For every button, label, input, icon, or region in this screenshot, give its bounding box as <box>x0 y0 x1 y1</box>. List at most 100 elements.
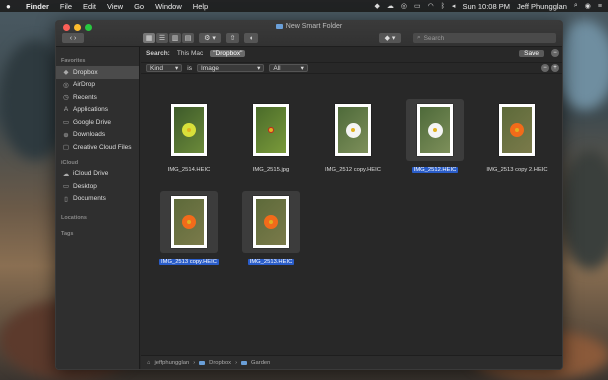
title-bar[interactable]: New Smart Folder ‹ › ▦ ☰ ▥ ▤ ⚙ ▾ ⇧ ◖ ◆ ▾… <box>56 21 562 47</box>
folder-icon <box>241 360 248 365</box>
menubar-clock[interactable]: Sun 10:08 PM <box>462 2 510 11</box>
sidebar-item-google-drive[interactable]: ▭ Google Drive <box>56 116 139 129</box>
file-item[interactable]: IMG_2512 copy.HEIC <box>317 99 389 181</box>
save-button[interactable]: Save <box>519 49 544 57</box>
creative-cloud-icon: ▢ <box>62 144 70 152</box>
column-view-button[interactable]: ▥ <box>169 33 181 43</box>
menu-help[interactable]: Help <box>193 2 208 11</box>
criteria-qualifier-select[interactable]: All ▾ <box>269 64 308 72</box>
file-item[interactable]: IMG_2513 copy.HEIC <box>153 191 225 273</box>
file-item[interactable]: IMG_2513 copy 2.HEIC <box>481 99 553 181</box>
notification-center-icon[interactable]: ≡ <box>598 3 602 10</box>
back-forward-button[interactable]: ‹ › <box>62 33 84 43</box>
dropbox-toolbar-button[interactable]: ◆ ▾ <box>379 33 401 43</box>
sidebar-item-applications[interactable]: A Applications <box>56 104 139 117</box>
icon-view-button[interactable]: ▦ <box>143 33 155 43</box>
add-criteria-button[interactable]: + <box>551 64 559 72</box>
siri-icon[interactable]: ◉ <box>585 2 591 10</box>
sidebar-item-documents[interactable]: ▯ Documents <box>56 193 139 206</box>
apple-menu-icon[interactable]: ● <box>6 2 15 11</box>
path-item-dropbox[interactable]: Dropbox <box>209 360 231 366</box>
menu-view[interactable]: View <box>107 2 123 11</box>
criteria-attribute-select[interactable]: Kind ▾ <box>146 64 183 72</box>
sidebar-item-icloud-drive[interactable]: ☁ iCloud Drive <box>56 168 139 181</box>
file-name[interactable]: IMG_2515.jpg <box>251 167 291 173</box>
criteria-operator-label: is <box>187 64 192 72</box>
sidebar: Favorites ◆ Dropbox ◎ AirDrop ◷ Recents A Ap… <box>56 47 140 369</box>
thumbnail-frame[interactable] <box>160 191 218 253</box>
search-placeholder: Search <box>423 34 445 42</box>
menu-edit[interactable]: Edit <box>83 2 96 11</box>
scope-dropbox[interactable]: "Dropbox" <box>210 49 246 57</box>
sidebar-item-creative-cloud[interactable]: ▢ Creative Cloud Files <box>56 141 139 154</box>
list-view-button[interactable]: ☰ <box>156 33 168 43</box>
cloud-status-icon[interactable]: ☁ <box>387 2 394 10</box>
applications-icon: A <box>63 106 69 114</box>
search-icon: ⌕ <box>417 34 421 41</box>
file-item[interactable]: IMG_2515.jpg <box>235 99 307 181</box>
file-name[interactable]: IMG_2513 copy 2.HEIC <box>484 167 549 173</box>
search-field[interactable]: ⌕ Search <box>413 33 556 43</box>
file-item[interactable]: IMG_2513.HEIC <box>235 191 307 273</box>
airplay-icon[interactable]: ▭ <box>414 2 421 10</box>
document-icon: ▯ <box>64 195 68 203</box>
thumbnail-frame[interactable] <box>167 99 211 161</box>
thumbnail-frame[interactable] <box>242 191 300 253</box>
tags-header[interactable]: Tags <box>56 229 139 239</box>
search-criteria-row: Kind ▾ is Image ▾ All ▾ − + <box>141 62 562 74</box>
sidebar-item-downloads[interactable]: ⊕ Downloads <box>56 129 139 142</box>
file-item[interactable]: IMG_2514.HEIC <box>153 99 225 181</box>
chevron-down-icon: ▾ <box>257 65 261 72</box>
menu-app-name[interactable]: Finder <box>26 2 49 11</box>
action-gear-button[interactable]: ⚙ ▾ <box>199 33 221 43</box>
locations-header[interactable]: Locations <box>56 213 139 223</box>
file-name[interactable]: IMG_2513 copy.HEIC <box>159 259 219 265</box>
image-thumbnail <box>171 104 207 156</box>
file-name[interactable]: IMG_2514.HEIC <box>166 167 213 173</box>
gallery-view-button[interactable]: ▤ <box>182 33 194 43</box>
sidebar-item-dropbox[interactable]: ◆ Dropbox <box>56 66 139 79</box>
menubar-user[interactable]: Jeff Phungglan <box>517 2 567 11</box>
image-thumbnail <box>499 104 535 156</box>
thumbnail-frame[interactable] <box>331 99 375 161</box>
file-name[interactable]: IMG_2512.HEIC <box>411 167 459 173</box>
sidebar-item-desktop[interactable]: ▭ Desktop <box>56 180 139 193</box>
folder-icon <box>199 360 206 365</box>
search-scope-label: Search: <box>146 49 170 57</box>
tag-button[interactable]: ◖ <box>244 33 258 43</box>
menu-file[interactable]: File <box>60 2 72 11</box>
volume-icon[interactable]: ◂ <box>452 2 456 10</box>
toolbar: ‹ › ▦ ☰ ▥ ▤ ⚙ ▾ ⇧ ◖ ◆ ▾ ⌕ Search <box>56 33 562 45</box>
path-item-user[interactable]: jeffphungglan <box>155 360 190 366</box>
thumbnail-frame[interactable] <box>406 99 464 161</box>
menu-window[interactable]: Window <box>155 2 182 11</box>
smart-folder-icon <box>275 24 283 29</box>
finder-window: New Smart Folder ‹ › ▦ ☰ ▥ ▤ ⚙ ▾ ⇧ ◖ ◆ ▾… <box>55 20 563 370</box>
image-thumbnail <box>253 104 289 156</box>
path-item-garden[interactable]: Garden <box>251 360 270 366</box>
image-thumbnail <box>253 196 289 248</box>
scope-this-mac[interactable]: This Mac <box>177 50 203 57</box>
file-name[interactable]: IMG_2513.HEIC <box>247 259 295 265</box>
menu-go[interactable]: Go <box>134 2 144 11</box>
spotlight-search-icon[interactable]: ⌕ <box>574 2 578 10</box>
sidebar-item-recents[interactable]: ◷ Recents <box>56 91 139 104</box>
clock-icon: ◷ <box>63 94 69 102</box>
file-item[interactable]: IMG_2512.HEIC <box>399 99 471 181</box>
window-title: New Smart Folder <box>56 23 562 30</box>
thumbnail-frame[interactable] <box>495 99 539 161</box>
content-area: Search: This Mac "Dropbox" Save − Kind ▾ … <box>141 47 562 369</box>
share-button[interactable]: ⇧ <box>226 33 239 43</box>
thumbnail-frame[interactable] <box>249 99 293 161</box>
wifi-icon[interactable]: ◠ <box>428 2 434 10</box>
remove-criteria-button[interactable]: − <box>541 64 549 72</box>
sidebar-item-airdrop[interactable]: ◎ AirDrop <box>56 79 139 92</box>
creative-cloud-status-icon[interactable]: ◎ <box>401 2 407 10</box>
chevron-down-icon: ▾ <box>175 65 179 72</box>
file-name[interactable]: IMG_2512 copy.HEIC <box>323 167 383 173</box>
icloud-header: iCloud <box>61 159 79 166</box>
remove-search-button[interactable]: − <box>551 49 559 57</box>
dropbox-status-icon[interactable]: ◆ <box>374 2 379 10</box>
criteria-value-select[interactable]: Image ▾ <box>196 64 265 72</box>
bluetooth-icon[interactable]: ᛒ <box>441 3 445 10</box>
